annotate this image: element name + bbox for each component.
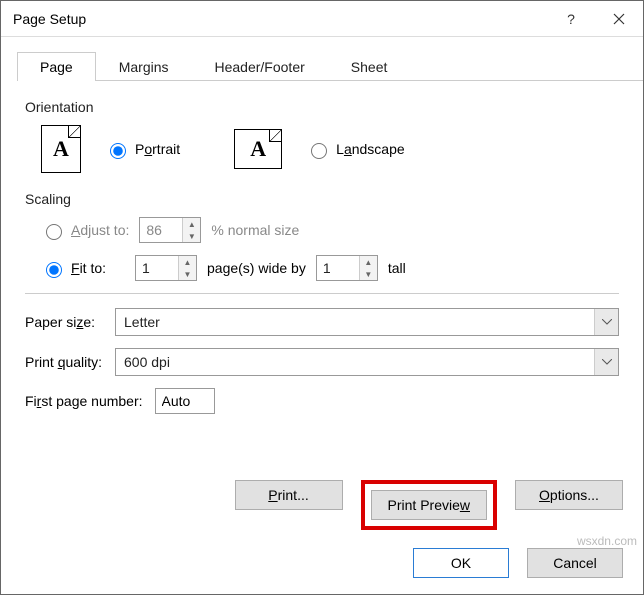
fit-tall-spinner[interactable]: ▲▼ xyxy=(316,255,378,281)
close-button[interactable] xyxy=(595,1,643,37)
scaling-label: Scaling xyxy=(25,191,619,207)
first-page-number-row: First page number: xyxy=(25,388,619,414)
page-setup-dialog: Page Setup ? Page Margins Header/Footer … xyxy=(0,0,644,595)
portrait-radio[interactable]: Portrait xyxy=(105,140,180,159)
fit-wide-value[interactable] xyxy=(136,256,178,280)
action-buttons: Print... Print Preview Options... xyxy=(235,480,623,530)
spinner-arrows[interactable]: ▲▼ xyxy=(359,256,377,280)
chevron-down-icon[interactable] xyxy=(594,309,618,335)
fit-tall-suffix: tall xyxy=(388,260,406,276)
print-quality-row: Print quality: xyxy=(25,348,619,376)
divider xyxy=(25,293,619,294)
paper-size-combo[interactable] xyxy=(115,308,619,336)
tab-margins[interactable]: Margins xyxy=(96,52,192,81)
fit-wide-spinner[interactable]: ▲▼ xyxy=(135,255,197,281)
titlebar: Page Setup ? xyxy=(1,1,643,37)
footer-buttons: OK Cancel xyxy=(413,548,623,578)
watermark: wsxdn.com xyxy=(577,534,637,548)
tab-content: Orientation A Portrait A Landscape Scali… xyxy=(1,81,643,414)
fit-mid-label: page(s) wide by xyxy=(207,260,306,276)
landscape-page-icon: A xyxy=(234,129,282,169)
scaling-group: Adjust to: ▲▼ % normal size Fit to: ▲▼ p… xyxy=(41,217,619,281)
tab-strip: Page Margins Header/Footer Sheet xyxy=(17,51,643,81)
adjust-to-radio[interactable]: Adjust to: xyxy=(41,221,129,240)
ok-button[interactable]: OK xyxy=(413,548,509,578)
dialog-title: Page Setup xyxy=(1,11,547,27)
orientation-row: A Portrait A Landscape xyxy=(41,125,619,173)
adjust-to-spinner[interactable]: ▲▼ xyxy=(139,217,201,243)
spinner-arrows[interactable]: ▲▼ xyxy=(182,218,200,242)
spinner-arrows[interactable]: ▲▼ xyxy=(178,256,196,280)
print-quality-value[interactable] xyxy=(116,349,594,375)
print-button[interactable]: Print... xyxy=(235,480,343,510)
print-quality-combo[interactable] xyxy=(115,348,619,376)
help-button[interactable]: ? xyxy=(547,1,595,37)
landscape-radio[interactable]: Landscape xyxy=(306,140,405,159)
orientation-label: Orientation xyxy=(25,99,619,115)
paper-size-value[interactable] xyxy=(116,309,594,335)
fit-to-radio[interactable]: Fit to: xyxy=(41,259,125,278)
print-preview-highlight: Print Preview xyxy=(361,480,497,530)
adjust-to-value[interactable] xyxy=(140,218,182,242)
cancel-button[interactable]: Cancel xyxy=(527,548,623,578)
portrait-page-icon: A xyxy=(41,125,81,173)
fit-tall-value[interactable] xyxy=(317,256,359,280)
print-preview-button[interactable]: Print Preview xyxy=(371,490,487,520)
chevron-down-icon[interactable] xyxy=(594,349,618,375)
first-page-number-input[interactable] xyxy=(155,388,215,414)
close-icon xyxy=(613,13,625,25)
tab-header-footer[interactable]: Header/Footer xyxy=(192,52,328,81)
options-button[interactable]: Options... xyxy=(515,480,623,510)
tab-sheet[interactable]: Sheet xyxy=(328,52,411,81)
tab-page[interactable]: Page xyxy=(17,52,96,81)
paper-size-row: Paper size: xyxy=(25,308,619,336)
adjust-to-suffix: % normal size xyxy=(211,222,299,238)
